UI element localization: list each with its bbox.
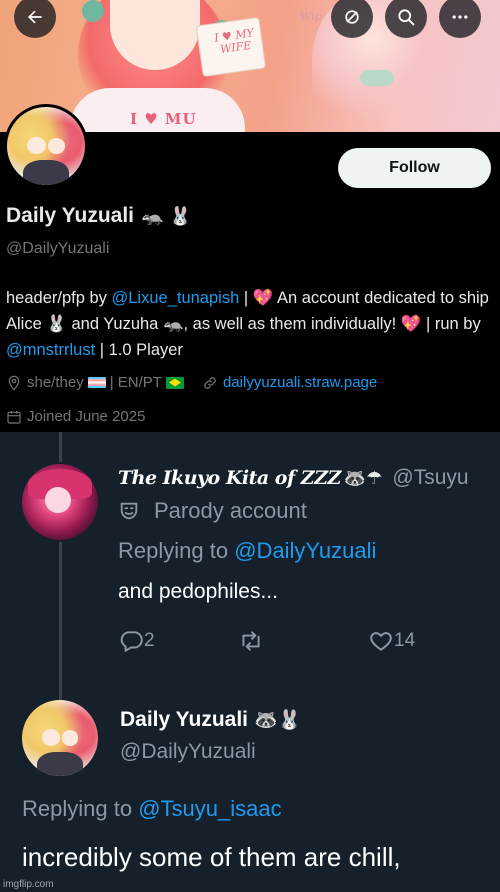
imgflip-watermark: imgflip.com — [3, 879, 54, 890]
display-name-text: Daily Yuzuali — [6, 204, 134, 227]
thread-connector-line — [59, 542, 62, 702]
website-link[interactable]: dailyyuzuali.straw.page — [223, 374, 377, 391]
op-author-header[interactable]: Daily Yuzuali 🦝🐰 — [120, 708, 301, 732]
replying-to-line: Replying to @DailyYuzuali — [118, 538, 376, 564]
bio-text: and Yuzuha — [66, 315, 163, 333]
reply-count: 2 — [144, 630, 155, 651]
reply-thread: The Ikuyo Kita of ZZZ 🦝☂ @Tsuyu Parody a… — [0, 432, 500, 892]
trans-flag-icon — [87, 377, 106, 388]
arrow-left-icon — [28, 10, 42, 24]
reply-action-bar: 2 14 — [118, 628, 415, 654]
profile-handle: @DailyYuzuali — [6, 240, 110, 257]
repost-action-button[interactable] — [238, 628, 368, 654]
theater-mask-icon — [120, 502, 138, 520]
reply-author-emoji: 🦝☂ — [343, 467, 383, 488]
heart-emoji: 💖 — [400, 315, 422, 333]
profile-display-name: Daily Yuzuali 🦡 🐰 — [6, 204, 192, 228]
banner-artist-watermark: Wip — [300, 10, 322, 23]
profile-meta-row: she/they | EN/PT dailyyuzuali.straw.page — [6, 374, 377, 391]
parody-account-label: Parody account — [118, 498, 307, 524]
bio-text: | 1.0 Player — [95, 341, 183, 359]
reply-author-header[interactable]: The Ikuyo Kita of ZZZ 🦝☂ @Tsuyu — [118, 466, 469, 490]
follow-button[interactable]: Follow — [338, 148, 491, 188]
replying-to-prefix: Replying to — [22, 796, 139, 821]
reply-author-avatar[interactable] — [22, 464, 98, 540]
bio-text: | run by — [421, 315, 481, 333]
bio-text: header/pfp by — [6, 289, 112, 307]
avatar-art-body — [37, 751, 83, 776]
avatar-art-face — [61, 730, 79, 746]
avatar-art-face — [41, 728, 60, 746]
avatar-art-face — [44, 486, 71, 513]
replying-to-prefix: Replying to — [118, 538, 235, 563]
replying-to-mention[interactable]: @Tsuyu_isaac — [138, 796, 281, 821]
badger-emoji: 🦡 — [162, 315, 184, 333]
avatar-art-face — [27, 136, 46, 154]
avatar-image — [7, 107, 85, 185]
op-author-handle[interactable]: @DailyYuzuali — [120, 740, 256, 764]
thread-connector-line — [59, 432, 62, 462]
like-count: 14 — [394, 630, 416, 651]
bio-mention-link[interactable]: @mnstrrlust — [6, 341, 95, 359]
reply-text: and pedophiles... — [118, 580, 278, 603]
avatar-art-body — [22, 160, 70, 185]
banner-shirt-text: I ♥ MU — [130, 110, 197, 128]
heart-outline-icon — [370, 632, 392, 651]
bio-mention-link[interactable]: @Lixue_tunapish — [112, 289, 240, 307]
reply-author-handle[interactable]: @Tsuyu — [392, 466, 468, 490]
op-reply-text: incredibly some of them are chill, — [22, 842, 401, 872]
link-icon — [204, 376, 216, 389]
replying-to-mention[interactable]: @DailyYuzuali — [234, 538, 376, 563]
pronouns-text: she/they — [27, 374, 84, 391]
display-name-emoji: 🦡 🐰 — [141, 205, 192, 227]
avatar-art-face — [47, 138, 65, 154]
banner-art-hair-bun — [82, 0, 104, 22]
repost-icon — [242, 631, 260, 651]
bunny-emoji: 🐰 — [46, 315, 67, 333]
comment-icon — [120, 631, 143, 652]
edit-icon — [345, 10, 359, 24]
op-author-name[interactable]: Daily Yuzuali — [120, 708, 248, 732]
parody-account-text: Parody account — [154, 498, 307, 523]
more-dots-icon — [452, 15, 468, 19]
brazil-flag-icon — [165, 376, 184, 389]
joined-text: Joined June 2025 — [27, 408, 146, 425]
language-text: | EN/PT — [109, 374, 162, 391]
calendar-icon — [7, 410, 21, 424]
search-icon — [398, 9, 415, 26]
reply-action-button[interactable]: 2 — [118, 628, 238, 654]
replying-to-line: Replying to @Tsuyu_isaac — [22, 796, 282, 822]
profile-bio: header/pfp by @Lixue_tunapish | 💖 An acc… — [6, 285, 496, 363]
profile-section: I ♥ MU I ♥ MY WIFE Wip Follow Daily Yuzu… — [0, 0, 500, 432]
reply-author-name[interactable]: The Ikuyo Kita of ZZZ — [118, 467, 341, 489]
bio-text: , as well as them individually! — [183, 315, 401, 333]
profile-avatar[interactable] — [4, 104, 88, 188]
bio-text: | — [239, 289, 253, 307]
op-author-avatar[interactable] — [22, 700, 98, 776]
like-action-button[interactable]: 14 — [368, 628, 415, 654]
op-author-emoji: 🦝🐰 — [254, 710, 302, 731]
location-pin-icon — [8, 375, 20, 391]
joined-date-row: Joined June 2025 — [6, 408, 145, 425]
heart-emoji: 💖 — [252, 289, 274, 307]
banner-art-bow — [360, 70, 394, 86]
